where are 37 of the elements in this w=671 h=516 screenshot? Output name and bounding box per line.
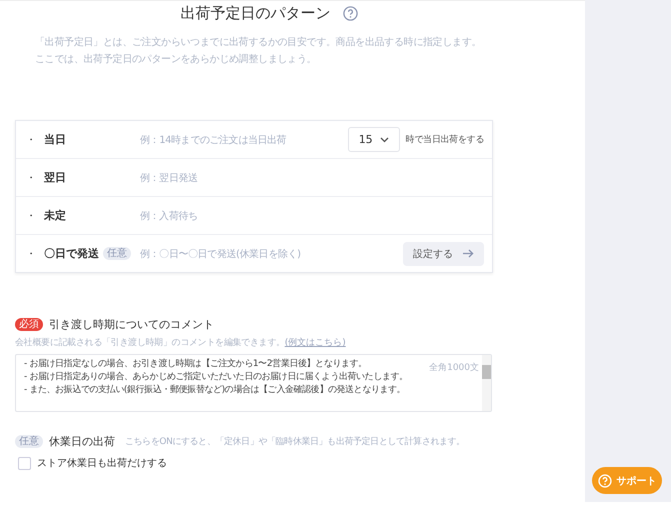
example-text: 例：14時までのご注文は当日出荷 (140, 134, 286, 146)
chevron-down-icon (380, 136, 389, 142)
example-text: 例：〇日〜〇日で発送(休業日を除く) (140, 248, 301, 260)
comment-textarea[interactable]: - お届け日指定なしの場合、お引き渡し時期は【ご注文から1〜2営業日後】となります。 - お届け日指定ありの場合、あらかじめご指定いただいた日のお届け日に届くよう出荷いたします。 - また、お振込での支払い(銀行振込・郵便振替など)の場合は【ご入金確認後】の発送となります。 全角1000文 (15, 354, 492, 412)
page-title: 出荷予定日のパターン (180, 4, 330, 23)
scrollbar[interactable] (482, 355, 491, 411)
arrow-right-icon (463, 249, 474, 258)
section-title: 引き渡し時期についてのコメント (49, 317, 214, 332)
settings-button[interactable]: 設定する (403, 242, 484, 266)
optional-badge: 任意 (15, 435, 43, 448)
bullet: ・ (26, 172, 37, 184)
help-icon[interactable] (342, 6, 358, 21)
textarea-line: - また、お振込での支払い(銀行振込・郵便振替など)の場合は【ご入金確認後】の発送となります。 (24, 385, 406, 395)
example-text: 例：入荷待ち (140, 210, 198, 222)
textarea-line: - お届け日指定なしの場合、お引き渡し時期は【ご注文から1〜2営業日後】となります。 (24, 359, 367, 369)
bullet: ・ (26, 210, 37, 222)
textarea-line: - お届け日指定ありの場合、あらかじめご指定いただいた日のお届け日に届くよう出荷いたします。 (24, 372, 408, 382)
hour-select[interactable]: 15 (348, 127, 400, 152)
character-counter: 全角1000文 (429, 362, 479, 374)
pattern-label: 当日 (44, 132, 66, 147)
optional-badge: 任意 (103, 247, 131, 260)
hint-text: こちらをONにすると、「定休日」や「臨時休業日」も出荷予定日として計算されます。 (125, 436, 465, 448)
select-suffix-text: 時で当日出荷をする (406, 134, 484, 146)
pattern-label: 未定 (44, 208, 66, 223)
section-title: 休業日の出荷 (49, 434, 115, 449)
description-text: 「出荷予定日」とは、ご注文からいつまでに出荷するかの目安です。商品を出品する時に指定します。 (35, 36, 482, 49)
hint-text: 会社概要に記載される「引き渡し時期」のコメントを編集できます。 (15, 336, 285, 349)
pattern-label: 〇日で発送 (44, 246, 99, 261)
checkbox[interactable] (18, 456, 31, 470)
pattern-label: 翌日 (44, 170, 66, 185)
bullet: ・ (26, 134, 37, 146)
required-badge: 必須 (15, 318, 43, 331)
help-icon (598, 474, 612, 488)
description-text: ここでは、出荷予定日のパターンをあらかじめ調整しましょう。 (35, 52, 318, 66)
checkbox-label[interactable]: ストア休業日も出荷だけする (37, 456, 167, 470)
example-text: 例：翌日発送 (140, 172, 198, 184)
bullet: ・ (26, 248, 37, 260)
